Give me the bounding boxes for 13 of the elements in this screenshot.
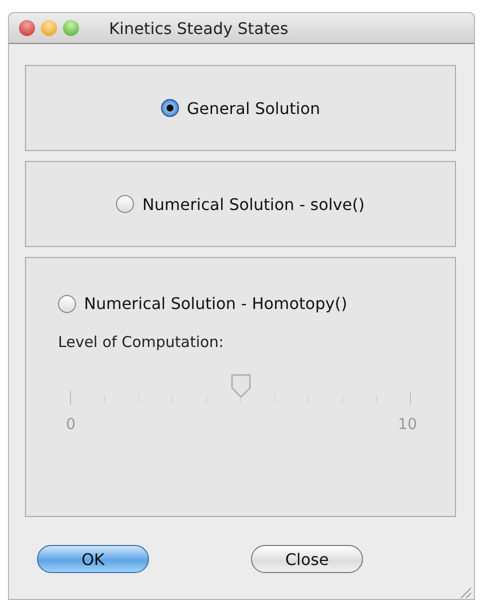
window-title: Kinetics Steady States	[109, 18, 288, 38]
radio-option[interactable]: General Solution	[160, 98, 320, 118]
slider-max-label: 10	[398, 415, 417, 433]
zoom-window-icon[interactable]	[63, 20, 79, 36]
resize-grip-icon[interactable]	[458, 585, 472, 599]
minimize-window-icon[interactable]	[41, 20, 57, 36]
slider-label: Level of Computation:	[58, 333, 225, 351]
close-window-icon[interactable]	[19, 20, 35, 36]
slider-min-label: 0	[66, 415, 76, 433]
ok-button[interactable]: OK	[37, 545, 149, 573]
radio-option[interactable]: Numerical Solution - Homotopy()	[58, 294, 348, 313]
close-button[interactable]: Close	[251, 545, 363, 573]
radio-option[interactable]: Numerical Solution - solve()	[116, 194, 365, 214]
